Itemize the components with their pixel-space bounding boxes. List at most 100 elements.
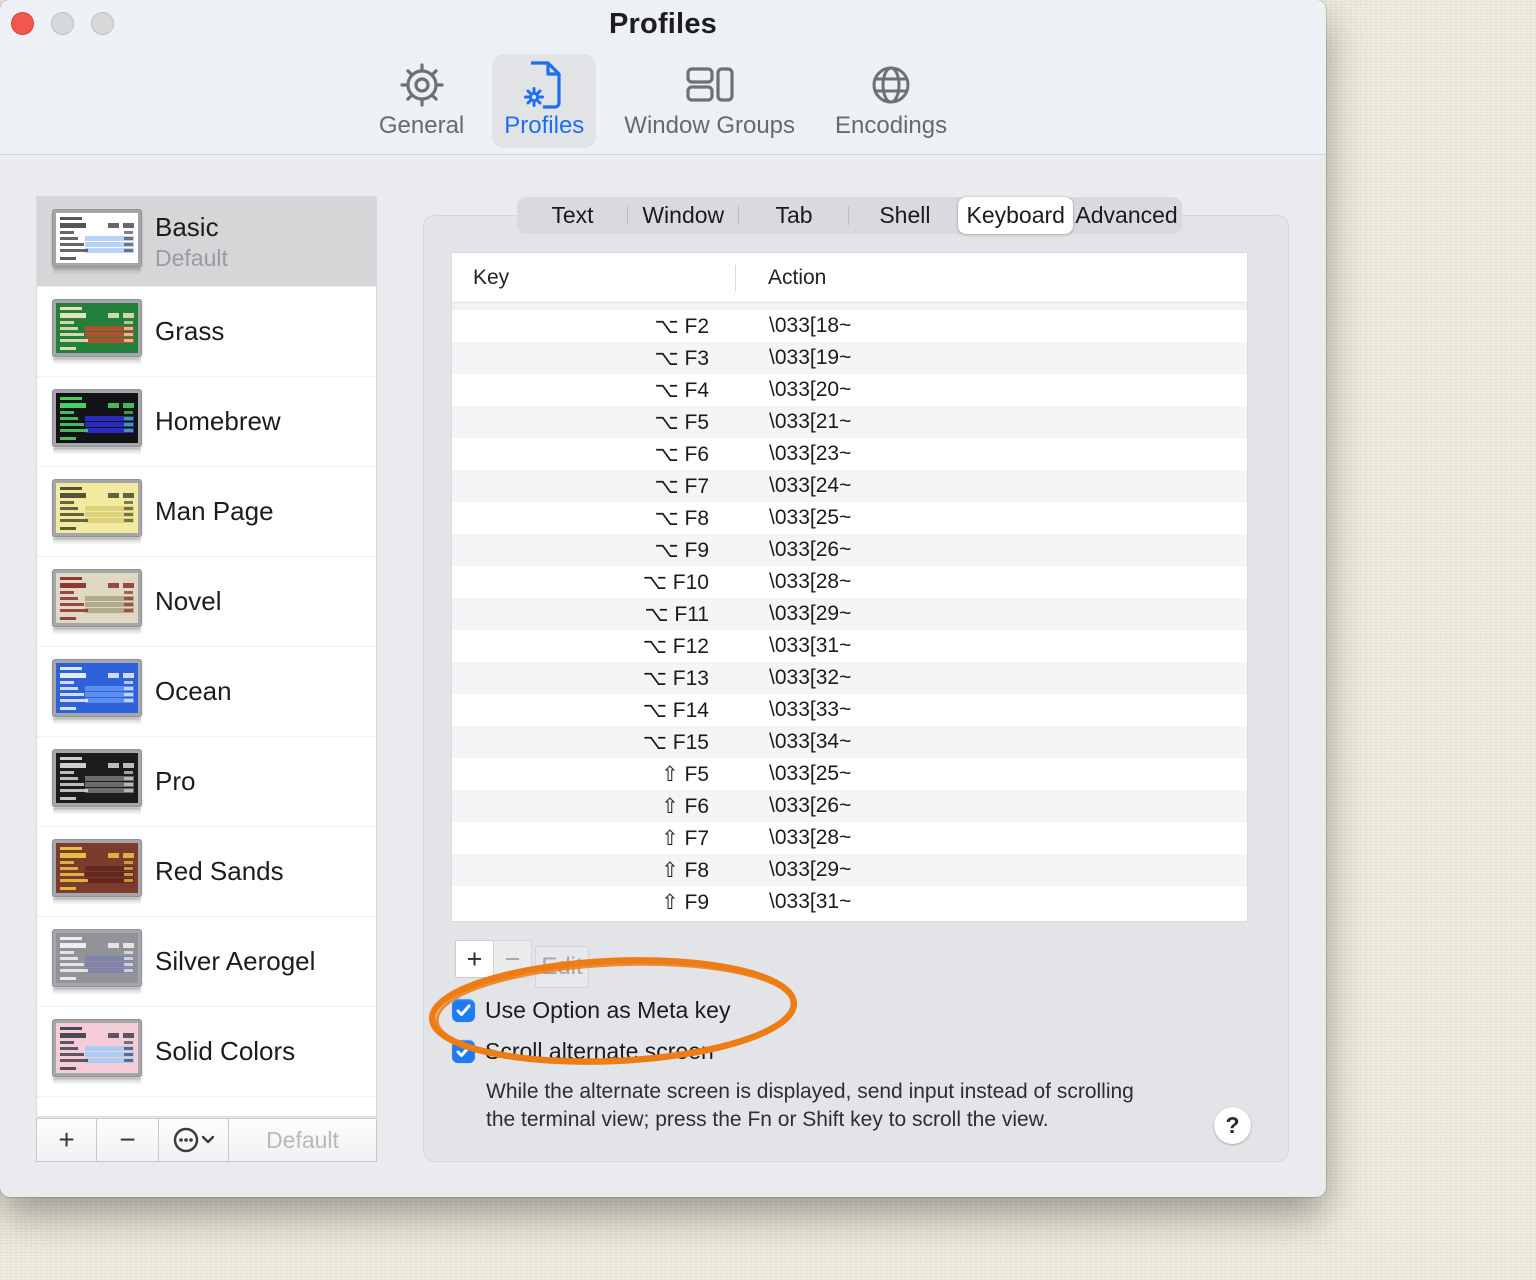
sidebar-item-homebrew[interactable]: Homebrew xyxy=(37,377,376,467)
table-row[interactable]: ⇧ F7 \033[28~ xyxy=(452,822,1247,854)
ellipsis-circle-chevron-icon xyxy=(173,1127,214,1153)
action-cell: \033[24~ xyxy=(769,474,852,497)
table-row[interactable]: ⌥ F10 \033[28~ xyxy=(452,566,1247,598)
table-body: ⌥ F2 \033[18~ ⌥ F3 \033[19~ ⌥ F4 \033[20~ ⌥ F5… xyxy=(452,310,1247,918)
key-cell: ⌥ F3 xyxy=(654,346,709,370)
action-cell: \033[29~ xyxy=(769,602,852,625)
sidebar-item-man-page[interactable]: Man Page xyxy=(37,467,376,557)
window-title: Profiles xyxy=(609,8,717,40)
alternate-screen-footnote: While the alternate screen is displayed,… xyxy=(486,1080,1134,1131)
toolbar-label: Window Groups xyxy=(624,112,796,139)
tab-shell[interactable]: Shell xyxy=(848,197,960,234)
checkbox-label: Scroll alternate screen xyxy=(485,1038,714,1064)
sidebar-item-solid-colors[interactable]: Solid Colors xyxy=(37,1007,376,1097)
action-cell: \033[25~ xyxy=(769,762,852,785)
action-cell: \033[33~ xyxy=(769,698,852,721)
profile-name: Ocean xyxy=(155,676,232,706)
key-cell: ⌥ F13 xyxy=(642,666,709,690)
table-row[interactable]: ⇧ F5 \033[25~ xyxy=(452,758,1247,790)
action-cell: \033[20~ xyxy=(769,378,852,401)
table-row[interactable]: ⌥ F13 \033[32~ xyxy=(452,662,1247,694)
sidebar-item-grass[interactable]: Grass xyxy=(37,287,376,377)
sidebar-item-novel[interactable]: Novel xyxy=(37,557,376,647)
key-cell: ⇧ F6 xyxy=(661,794,709,818)
scroll-alternate-screen-row[interactable]: Scroll alternate screen xyxy=(452,1038,714,1065)
key-cell: ⇧ F5 xyxy=(661,762,709,786)
table-header: Key Action xyxy=(452,253,1247,303)
table-row[interactable]: ⌥ F2 \033[18~ xyxy=(452,310,1247,342)
action-cell: \033[19~ xyxy=(769,346,852,369)
sidebar-item-basic[interactable]: Basic Default xyxy=(37,197,376,287)
tab-keyboard[interactable]: Keyboard xyxy=(958,197,1073,234)
profile-thumbnail xyxy=(53,480,141,545)
profile-thumbnail xyxy=(53,570,141,635)
toolbar-item-encodings[interactable]: Encodings xyxy=(823,54,959,148)
action-cell: \033[25~ xyxy=(769,506,852,529)
toolbar-item-general[interactable]: General xyxy=(367,54,476,148)
table-row[interactable]: ⌥ F4 \033[20~ xyxy=(452,374,1247,406)
action-cell: \033[23~ xyxy=(769,442,852,465)
table-row[interactable]: ⇧ F9 \033[31~ xyxy=(452,886,1247,918)
remove-profile-button[interactable]: − xyxy=(96,1118,159,1162)
profile-subtitle: Default xyxy=(155,244,228,271)
action-cell: \033[26~ xyxy=(769,794,852,817)
add-binding-button[interactable]: + xyxy=(455,940,494,978)
profile-name: Basic xyxy=(155,211,219,242)
key-cell: ⌥ F7 xyxy=(654,474,709,498)
tab-window[interactable]: Window xyxy=(626,197,739,234)
table-row[interactable]: ⌥ F15 \033[34~ xyxy=(452,726,1247,758)
key-cell: ⌥ F14 xyxy=(642,698,709,722)
table-row[interactable]: ⇧ F6 \033[26~ xyxy=(452,790,1247,822)
action-cell: \033[34~ xyxy=(769,730,852,753)
desktop-background: Profiles General Profiles Window Groups … xyxy=(0,0,1536,1280)
key-bindings-table[interactable]: Key Action ⌥ F2 \033[18~ ⌥ F3 \033[19~ ⌥ F4 \… xyxy=(452,253,1247,921)
table-row[interactable]: ⇧ F8 \033[29~ xyxy=(452,854,1247,886)
action-cell: \033[32~ xyxy=(769,666,852,689)
table-row[interactable]: ⌥ F5 \033[21~ xyxy=(452,406,1247,438)
toolbar: General Profiles Window Groups Encodings xyxy=(0,54,1326,148)
profile-document-icon xyxy=(521,60,567,110)
action-cell: \033[28~ xyxy=(769,826,852,849)
action-cell: \033[31~ xyxy=(769,634,852,657)
key-cell: ⌥ F4 xyxy=(654,378,709,402)
toolbar-item-window-groups[interactable]: Window Groups xyxy=(612,54,807,148)
key-cell: ⌥ F12 xyxy=(642,634,709,658)
partial-row xyxy=(452,303,1247,310)
profile-name: Grass xyxy=(155,316,225,346)
sidebar-item-ocean[interactable]: Ocean xyxy=(37,647,376,737)
key-cell: ⌥ F5 xyxy=(654,410,709,434)
key-cell: ⌥ F9 xyxy=(654,538,709,562)
sidebar-item-red-sands[interactable]: Red Sands xyxy=(37,827,376,917)
table-row[interactable]: ⌥ F11 \033[29~ xyxy=(452,598,1247,630)
table-row[interactable]: ⌥ F3 \033[19~ xyxy=(452,342,1247,374)
tab-text[interactable]: Text xyxy=(517,197,628,234)
help-button[interactable]: ? xyxy=(1214,1107,1251,1144)
table-row[interactable]: ⌥ F14 \033[33~ xyxy=(452,694,1247,726)
profile-action-menu-button[interactable] xyxy=(158,1118,229,1162)
action-cell: \033[18~ xyxy=(769,314,852,337)
profile-thumbnail xyxy=(53,390,141,455)
tab-advanced[interactable]: Advanced xyxy=(1071,197,1182,234)
edit-binding-button: Edit xyxy=(535,946,589,988)
sidebar-item-silver-aerogel[interactable]: Silver Aerogel xyxy=(37,917,376,1007)
checkbox-checked-icon[interactable] xyxy=(452,999,475,1022)
table-row[interactable]: ⌥ F7 \033[24~ xyxy=(452,470,1247,502)
profile-thumbnail xyxy=(53,210,141,275)
profile-thumbnail xyxy=(53,1020,141,1085)
table-row[interactable]: ⌥ F6 \033[23~ xyxy=(452,438,1247,470)
profile-thumbnail xyxy=(53,840,141,905)
use-option-as-meta-key-row[interactable]: Use Option as Meta key xyxy=(452,997,730,1024)
tab-tab[interactable]: Tab xyxy=(737,197,850,234)
table-row[interactable]: ⌥ F8 \033[25~ xyxy=(452,502,1247,534)
toolbar-label: Profiles xyxy=(504,112,585,139)
table-row[interactable]: ⌥ F9 \033[26~ xyxy=(452,534,1247,566)
add-profile-button[interactable]: + xyxy=(36,1118,97,1162)
key-cell: ⇧ F7 xyxy=(661,826,709,850)
profile-name: Novel xyxy=(155,586,222,616)
toolbar-item-profiles[interactable]: Profiles xyxy=(492,54,597,148)
profile-name: Homebrew xyxy=(155,406,281,436)
toolbar-label: Encodings xyxy=(835,112,948,139)
sidebar-item-pro[interactable]: Pro xyxy=(37,737,376,827)
checkbox-checked-icon[interactable] xyxy=(452,1040,475,1063)
table-row[interactable]: ⌥ F12 \033[31~ xyxy=(452,630,1247,662)
